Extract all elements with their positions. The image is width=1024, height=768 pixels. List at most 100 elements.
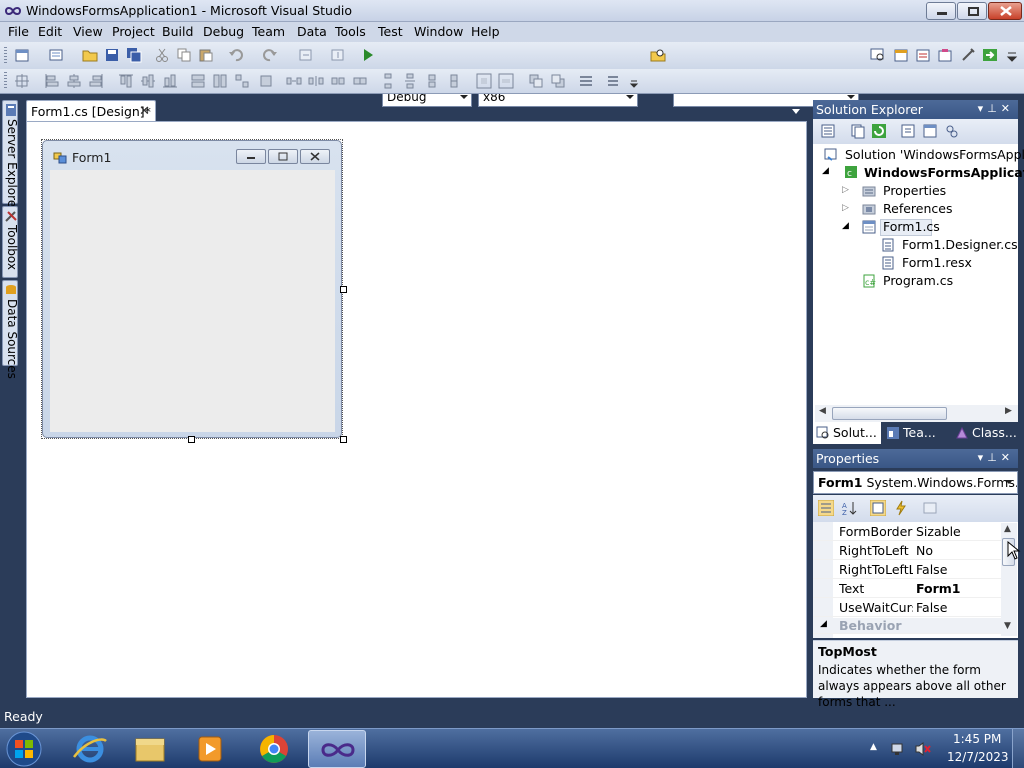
solution-explorer-bottom-tab[interactable]: Solut... <box>813 422 881 444</box>
collapsed-arrow-icon[interactable]: ▷ <box>842 203 849 213</box>
categorized-icon[interactable] <box>818 500 834 516</box>
view-class-diagram-icon[interactable] <box>944 123 960 139</box>
minimize-button[interactable] <box>926 2 956 20</box>
properties-window-icon[interactable] <box>893 47 909 63</box>
toolbar-grip[interactable] <box>4 72 7 90</box>
active-files-dropdown-icon[interactable] <box>790 106 802 116</box>
data-sources-tab[interactable]: Data Sources <box>2 280 19 379</box>
scroll-right-icon[interactable]: ▶ <box>1005 406 1012 416</box>
close-tab-icon[interactable]: ✕ <box>139 104 150 119</box>
scroll-left-icon[interactable]: ◀ <box>819 406 826 416</box>
property-value[interactable]: False <box>916 562 947 577</box>
paste-icon[interactable] <box>198 47 214 63</box>
center-horizontally-icon[interactable] <box>476 73 492 89</box>
server-explorer-tab[interactable]: Server Explorer <box>2 100 19 212</box>
bring-to-front-icon[interactable] <box>528 73 544 89</box>
menu-debug[interactable]: Debug <box>203 24 244 39</box>
show-all-files-icon[interactable] <box>850 123 866 139</box>
restore-button[interactable] <box>957 2 987 20</box>
scroll-down-icon[interactable]: ▼ <box>1004 621 1011 631</box>
redo-icon[interactable] <box>262 47 278 63</box>
document-tab-form1-design[interactable]: Form1.cs [Design]* ✕ <box>26 100 156 121</box>
lock-controls-icon[interactable] <box>606 73 622 89</box>
toolbox-icon[interactable] <box>937 47 953 63</box>
start-orb-icon[interactable] <box>4 730 44 768</box>
align-lefts-icon[interactable] <box>44 73 60 89</box>
property-row[interactable]: RightToLeft No <box>813 541 1003 560</box>
tree-item-properties[interactable]: Properties <box>883 183 946 198</box>
object-selector-select[interactable]: Form1 System.Windows.Forms.Fo <box>813 471 1018 494</box>
properties-view-icon[interactable] <box>870 500 886 516</box>
form-minimize-button[interactable] <box>236 149 266 164</box>
menu-tools[interactable]: Tools <box>335 24 366 39</box>
resize-handle-bottom-right[interactable] <box>340 436 347 443</box>
pin-icon[interactable]: ⊥ <box>987 451 1001 464</box>
pin-icon[interactable]: ⊥ <box>987 102 1001 115</box>
property-row[interactable]: FormBorderSt Sizable <box>813 522 1003 541</box>
tree-item-form1-cs[interactable]: Form1.cs <box>883 219 940 234</box>
property-value[interactable]: Form1 <box>916 581 961 596</box>
clock-date[interactable]: 12/7/2023 <box>947 750 1009 764</box>
menu-view[interactable]: View <box>73 24 103 39</box>
cut-icon[interactable] <box>154 47 170 63</box>
tree-item-program-cs[interactable]: Program.cs <box>883 273 953 288</box>
close-icon[interactable]: ✕ <box>1001 451 1014 464</box>
tree-item-references[interactable]: References <box>883 201 952 216</box>
form-close-button[interactable] <box>300 149 330 164</box>
toolbar-grip[interactable] <box>4 47 7 65</box>
menu-file[interactable]: File <box>8 24 29 39</box>
form-maximize-button[interactable] <box>268 149 298 164</box>
property-value[interactable]: False <box>916 600 947 615</box>
copy-icon[interactable] <box>176 47 192 63</box>
collapse-category-icon[interactable]: ◢ <box>820 619 827 629</box>
team-explorer-bottom-tab[interactable]: Tea... <box>883 422 945 444</box>
visual-studio-taskbar-button[interactable] <box>308 730 366 768</box>
property-pages-icon[interactable] <box>922 500 938 516</box>
toolbar-options-icon[interactable] <box>1004 47 1020 63</box>
network-icon[interactable] <box>890 741 906 757</box>
align-tops-icon[interactable] <box>118 73 134 89</box>
show-hidden-icons-icon[interactable]: ▲ <box>870 742 877 752</box>
menu-window[interactable]: Window <box>414 24 463 39</box>
property-row[interactable]: UseWaitCursc False <box>813 598 1003 617</box>
property-category-row[interactable]: ◢ Behavior <box>813 618 1003 634</box>
make-same-width-icon[interactable] <box>190 73 206 89</box>
events-lightning-icon[interactable] <box>893 500 909 516</box>
refresh-icon[interactable] <box>871 123 887 139</box>
send-to-back-icon[interactable] <box>550 73 566 89</box>
decrease-vertical-spacing-icon[interactable] <box>424 73 440 89</box>
menu-project[interactable]: Project <box>112 24 155 39</box>
tree-item-project[interactable]: WindowsFormsApplication1 <box>864 165 1024 180</box>
media-player-icon[interactable] <box>182 731 238 767</box>
expanded-arrow-icon[interactable]: ◢ <box>822 166 829 176</box>
open-folder-icon[interactable] <box>82 47 98 63</box>
property-row[interactable]: RightToLeftLa False <box>813 560 1003 579</box>
menu-help[interactable]: Help <box>471 24 500 39</box>
property-row[interactable]: Text Form1 <box>813 579 1003 598</box>
scrollbar-thumb[interactable] <box>832 407 947 420</box>
chrome-icon[interactable] <box>246 731 302 767</box>
make-same-height-icon[interactable] <box>212 73 228 89</box>
show-desktop-button[interactable] <box>1012 729 1024 768</box>
view-designer-icon[interactable] <box>922 123 938 139</box>
tree-item-form1-resx[interactable]: Form1.resx <box>902 255 972 270</box>
menu-test[interactable]: Test <box>378 24 403 39</box>
property-value[interactable]: No <box>916 543 933 558</box>
make-same-size-icon[interactable] <box>234 73 250 89</box>
make-vertical-spacing-equal-icon[interactable] <box>380 73 396 89</box>
menu-build[interactable]: Build <box>162 24 193 39</box>
add-item-icon[interactable] <box>48 47 64 63</box>
close-icon[interactable]: ✕ <box>1001 102 1014 115</box>
volume-muted-icon[interactable] <box>914 741 932 757</box>
scroll-up-icon[interactable]: ▲ <box>1004 524 1011 534</box>
remove-vertical-spacing-icon[interactable] <box>446 73 462 89</box>
make-horizontal-spacing-equal-icon[interactable] <box>286 73 302 89</box>
save-icon[interactable] <box>104 47 120 63</box>
collapsed-arrow-icon[interactable]: ▷ <box>842 185 849 195</box>
close-button[interactable] <box>988 2 1022 20</box>
increase-vertical-spacing-icon[interactable] <box>402 73 418 89</box>
property-grid-vertical-scrollbar[interactable]: ▲ ▼ <box>1001 523 1017 636</box>
size-to-grid-icon[interactable] <box>258 73 274 89</box>
new-project-icon[interactable] <box>14 47 30 63</box>
expanded-arrow-icon[interactable]: ◢ <box>842 221 849 231</box>
